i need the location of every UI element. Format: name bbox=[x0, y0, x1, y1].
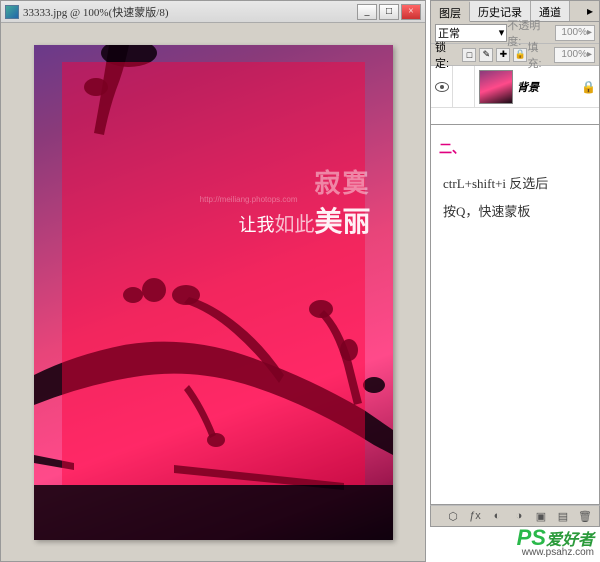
quick-mask-overlay bbox=[62, 62, 365, 485]
maximize-button[interactable]: □ bbox=[379, 4, 399, 20]
layers-panel: 正常 ▾ 不透明度: 100%▸ 锁定: □ ✎ ✚ 🔒 填充: 100%▸ 背… bbox=[430, 22, 600, 125]
new-layer-icon[interactable]: ▤ bbox=[555, 508, 571, 524]
tab-layers[interactable]: 图层 bbox=[431, 2, 470, 22]
artwork-title-line1: 寂寞 bbox=[238, 163, 370, 200]
visibility-toggle[interactable] bbox=[431, 66, 453, 107]
link-layers-icon[interactable]: ⬡ bbox=[445, 508, 461, 524]
panel-menu-icon[interactable]: ▸ bbox=[581, 1, 599, 21]
folder-icon[interactable]: ▣ bbox=[533, 508, 549, 524]
instruction-line1: ctrL+shift+i 反选后 bbox=[443, 170, 591, 199]
artwork-title: 寂寞 让我如此美丽 bbox=[238, 163, 370, 240]
document-titlebar[interactable]: 33333.jpg @ 100%(快速蒙版/8) _ □ × bbox=[1, 1, 425, 23]
app-icon bbox=[5, 5, 19, 19]
canvas-image[interactable]: http://meiliang.photops.com 寂寞 让我如此美丽 bbox=[34, 45, 393, 540]
layer-row[interactable]: 背景 🔒 bbox=[431, 66, 599, 108]
artwork-l2d: 丽 bbox=[342, 206, 370, 237]
lock-buttons: □ ✎ ✚ 🔒 bbox=[462, 48, 527, 62]
mask-icon[interactable]: ◐ bbox=[489, 508, 505, 524]
eye-icon bbox=[435, 82, 449, 92]
artwork-l2b: 如此 bbox=[274, 214, 314, 236]
watermark: PS爱好者 www.psahz.com bbox=[517, 525, 594, 558]
fill-value: 100% bbox=[561, 49, 587, 60]
link-column[interactable] bbox=[453, 66, 475, 107]
lock-all-icon[interactable]: 🔒 bbox=[513, 48, 527, 62]
lock-icon: 🔒 bbox=[581, 80, 595, 94]
canvas-area[interactable]: http://meiliang.photops.com 寂寞 让我如此美丽 bbox=[2, 24, 424, 560]
fill-label: 填充: bbox=[527, 39, 551, 71]
lock-transparent-icon[interactable]: □ bbox=[462, 48, 476, 62]
chevron-down-icon: ▸ bbox=[587, 27, 592, 38]
adjustment-icon[interactable]: ◑ bbox=[511, 508, 527, 524]
chevron-down-icon: ▾ bbox=[499, 26, 505, 39]
trash-icon[interactable]: 🗑 bbox=[577, 508, 593, 524]
step-number: 二、 bbox=[439, 135, 591, 164]
window-controls: _ □ × bbox=[357, 4, 421, 20]
chevron-down-icon: ▸ bbox=[587, 49, 592, 60]
close-button[interactable]: × bbox=[401, 4, 421, 20]
instruction-line2: 按Q，快速蒙板 bbox=[443, 198, 591, 227]
artwork-l2c: 美 bbox=[314, 206, 342, 237]
fill-input[interactable]: 100%▸ bbox=[554, 47, 595, 63]
document-title: 33333.jpg @ 100%(快速蒙版/8) bbox=[23, 4, 357, 20]
layer-thumbnail[interactable] bbox=[479, 70, 513, 104]
document-window: 33333.jpg @ 100%(快速蒙版/8) _ □ × bbox=[0, 0, 426, 562]
fx-icon[interactable]: ƒx bbox=[467, 508, 483, 524]
opacity-value: 100% bbox=[561, 27, 587, 38]
artwork-title-line2: 让我如此美丽 bbox=[238, 200, 370, 240]
layers-panel-footer: ⬡ ƒx ◐ ◑ ▣ ▤ 🗑 bbox=[430, 505, 600, 527]
minimize-button[interactable]: _ bbox=[357, 4, 377, 20]
layer-list[interactable]: 背景 🔒 bbox=[431, 66, 599, 124]
annotation-area: 二、 ctrL+shift+i 反选后 按Q，快速蒙板 bbox=[430, 125, 600, 505]
layer-name[interactable]: 背景 bbox=[517, 79, 581, 95]
opacity-input[interactable]: 100%▸ bbox=[555, 25, 596, 41]
panel-stack: 图层 历史记录 通道 ▸ 正常 ▾ 不透明度: 100%▸ 锁定: □ ✎ ✚ … bbox=[430, 0, 600, 527]
lock-row: 锁定: □ ✎ ✚ 🔒 填充: 100%▸ bbox=[431, 44, 599, 66]
lock-position-icon[interactable]: ✚ bbox=[496, 48, 510, 62]
watermark-url: www.psahz.com bbox=[517, 547, 594, 558]
artwork-l2a: 让我 bbox=[238, 215, 274, 235]
lock-pixels-icon[interactable]: ✎ bbox=[479, 48, 493, 62]
